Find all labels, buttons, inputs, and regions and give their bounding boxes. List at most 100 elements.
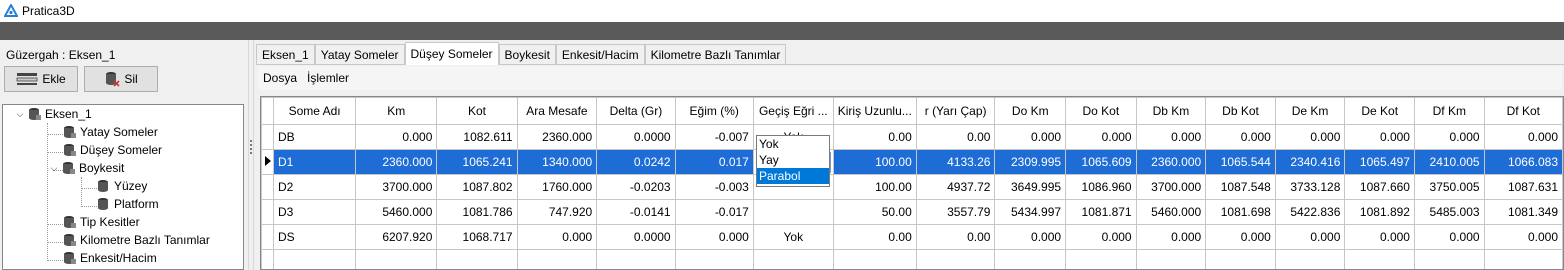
table-cell[interactable]: 50.00 xyxy=(832,199,917,225)
table-row[interactable]: DS 6207.920 1068.717 0.000 0.0000 0.000 Yok 0.0… xyxy=(261,224,1563,250)
table-cell[interactable]: 2309.995 xyxy=(994,149,1067,175)
dropdown-option-yok[interactable]: Yok xyxy=(757,136,829,152)
table-cell[interactable]: 2410.005 xyxy=(1413,149,1485,175)
table-cell[interactable]: -0.017 xyxy=(674,199,754,225)
add-button[interactable]: Ekle xyxy=(4,66,78,92)
table-cell[interactable]: 747.920 xyxy=(516,199,598,225)
table-cell[interactable]: 0.000 xyxy=(1413,224,1485,250)
table-cell[interactable]: 0.000 xyxy=(994,224,1067,250)
tree-node-root[interactable]: ⌵ Eksen_1 xyxy=(15,107,92,121)
dropdown-option-parabol[interactable]: Parabol xyxy=(757,168,829,184)
table-cell[interactable]: 1065.609 xyxy=(1065,149,1137,175)
table-cell[interactable]: 3557.79 xyxy=(915,199,996,225)
tree-node-yatay-someler[interactable]: Yatay Someler xyxy=(63,125,158,139)
table-cell[interactable]: 0.000 xyxy=(1065,124,1137,150)
tab-dusey-someler[interactable]: Düşey Someler xyxy=(404,42,499,65)
panel-splitter[interactable] xyxy=(248,40,254,270)
row-header[interactable] xyxy=(261,199,274,225)
table-cell[interactable]: DB xyxy=(272,124,357,150)
table-cell[interactable]: 5422.836 xyxy=(1274,199,1346,225)
tab-yatay-someler[interactable]: Yatay Someler xyxy=(314,44,405,64)
tab-eksen[interactable]: Eksen_1 xyxy=(256,44,315,64)
column-header[interactable]: Do Kot xyxy=(1065,97,1137,125)
column-header[interactable]: Df Kot xyxy=(1483,97,1563,125)
table-cell[interactable]: 0.000 xyxy=(1413,124,1485,150)
column-header[interactable]: De Kot xyxy=(1344,97,1415,125)
table-cell[interactable]: 1087.631 xyxy=(1483,174,1563,200)
table-cell[interactable]: 0.0000 xyxy=(596,224,676,250)
table-cell[interactable]: 0.000 xyxy=(994,124,1067,150)
tree-node-tip-kesitler[interactable]: Tip Kesitler xyxy=(63,215,140,229)
tab-kilometre-bazli-tanimlar[interactable]: Kilometre Bazlı Tanımlar xyxy=(644,44,787,64)
table-cell[interactable]: 0.000 xyxy=(1483,124,1563,150)
table-cell[interactable]: 0.000 xyxy=(1065,224,1137,250)
table-cell[interactable]: 0.000 xyxy=(1135,124,1207,150)
table-cell[interactable]: 1087.660 xyxy=(1344,174,1415,200)
column-header[interactable]: Db Kot xyxy=(1205,97,1276,125)
vertical-pi-grid[interactable]: Some Adı Km Kot Ara Mesafe Delta (Gr) Eğ… xyxy=(260,96,1564,270)
delete-button[interactable]: Sil xyxy=(84,66,158,92)
tree-node-kilometre-bazli-tanimlar[interactable]: Kilometre Bazlı Tanımlar xyxy=(63,233,210,247)
table-cell[interactable]: 2360.000 xyxy=(1135,149,1207,175)
table-cell[interactable]: 1087.548 xyxy=(1205,174,1276,200)
table-cell[interactable]: 3649.995 xyxy=(994,174,1067,200)
column-header[interactable]: De Km xyxy=(1274,97,1346,125)
column-header[interactable]: Do Km xyxy=(994,97,1067,125)
table-cell[interactable]: 1760.000 xyxy=(516,174,598,200)
tree-node-enkesit-hacim[interactable]: Enkesit/Hacim xyxy=(63,251,157,265)
collapse-chevron-icon[interactable]: ⌵ xyxy=(15,109,25,120)
table-cell[interactable]: 0.0000 xyxy=(596,124,676,150)
transition-curve-dropdown-list[interactable]: Yok Yay Parabol xyxy=(756,135,830,187)
table-cell[interactable]: 1081.349 xyxy=(1483,199,1563,225)
table-cell[interactable]: -0.007 xyxy=(674,124,754,150)
column-header[interactable]: Db Km xyxy=(1135,97,1207,125)
table-cell[interactable]: 5434.997 xyxy=(994,199,1067,225)
column-header[interactable]: Ara Mesafe xyxy=(516,97,598,125)
column-header[interactable]: Kiriş Uzunlu... xyxy=(832,97,917,125)
table-cell[interactable]: DS xyxy=(272,224,357,250)
table-cell[interactable]: -0.003 xyxy=(674,174,754,200)
row-header[interactable] xyxy=(261,149,274,175)
column-header[interactable]: Geçiş Eğri ... xyxy=(752,97,834,125)
table-cell[interactable]: 5460.000 xyxy=(355,199,438,225)
column-header[interactable]: Eğim (%) xyxy=(674,97,754,125)
column-header[interactable]: r (Yarı Çap) xyxy=(915,97,996,125)
table-cell[interactable]: 0.00 xyxy=(832,124,917,150)
table-cell[interactable]: 0.000 xyxy=(1274,124,1346,150)
menu-dosya[interactable]: Dosya xyxy=(258,71,302,85)
table-cell[interactable]: 0.000 xyxy=(1205,224,1276,250)
table-cell[interactable]: 5485.003 xyxy=(1413,199,1485,225)
row-header[interactable] xyxy=(261,224,274,250)
table-cell[interactable]: 0.000 xyxy=(1274,224,1346,250)
table-row[interactable]: D12360.0001065.2411340.0000.02420.017Yay… xyxy=(261,149,1563,175)
menu-islemler[interactable]: İşlemler xyxy=(302,71,354,85)
table-cell[interactable]: 6207.920 xyxy=(355,224,438,250)
table-cell[interactable]: 1068.717 xyxy=(436,224,518,250)
table-cell[interactable]: 0.000 xyxy=(1483,224,1563,250)
table-cell[interactable] xyxy=(752,199,834,225)
column-header[interactable]: Km xyxy=(355,97,438,125)
table-cell[interactable]: 100.00 xyxy=(832,174,917,200)
column-header[interactable]: Kot xyxy=(436,97,518,125)
table-cell[interactable]: 4937.72 xyxy=(915,174,996,200)
table-cell[interactable]: D1 xyxy=(272,149,357,175)
table-cell[interactable]: 0.000 xyxy=(1135,224,1207,250)
tree-node-yuzey[interactable]: Yüzey xyxy=(97,179,147,193)
table-cell[interactable]: 1065.241 xyxy=(436,149,518,175)
table-cell[interactable]: 4133.26 xyxy=(915,149,996,175)
table-cell[interactable]: 0.0242 xyxy=(596,149,676,175)
tab-enkesit-hacim[interactable]: Enkesit/Hacim xyxy=(555,44,645,64)
table-cell[interactable]: 2360.000 xyxy=(355,149,438,175)
table-cell[interactable]: 0.000 xyxy=(355,124,438,150)
tree-node-boykesit[interactable]: ⌵ Boykesit xyxy=(49,161,125,175)
table-cell[interactable]: -0.0203 xyxy=(596,174,676,200)
table-cell[interactable]: 1065.544 xyxy=(1205,149,1276,175)
table-cell[interactable]: 1082.611 xyxy=(436,124,518,150)
row-header[interactable] xyxy=(261,174,274,200)
table-cell[interactable]: 1086.960 xyxy=(1065,174,1137,200)
tab-boykesit[interactable]: Boykesit xyxy=(498,44,556,64)
table-cell[interactable]: 1081.786 xyxy=(436,199,518,225)
table-cell[interactable]: 1087.802 xyxy=(436,174,518,200)
tree-node-platform[interactable]: Platform xyxy=(97,197,159,211)
table-cell[interactable]: 3700.000 xyxy=(355,174,438,200)
